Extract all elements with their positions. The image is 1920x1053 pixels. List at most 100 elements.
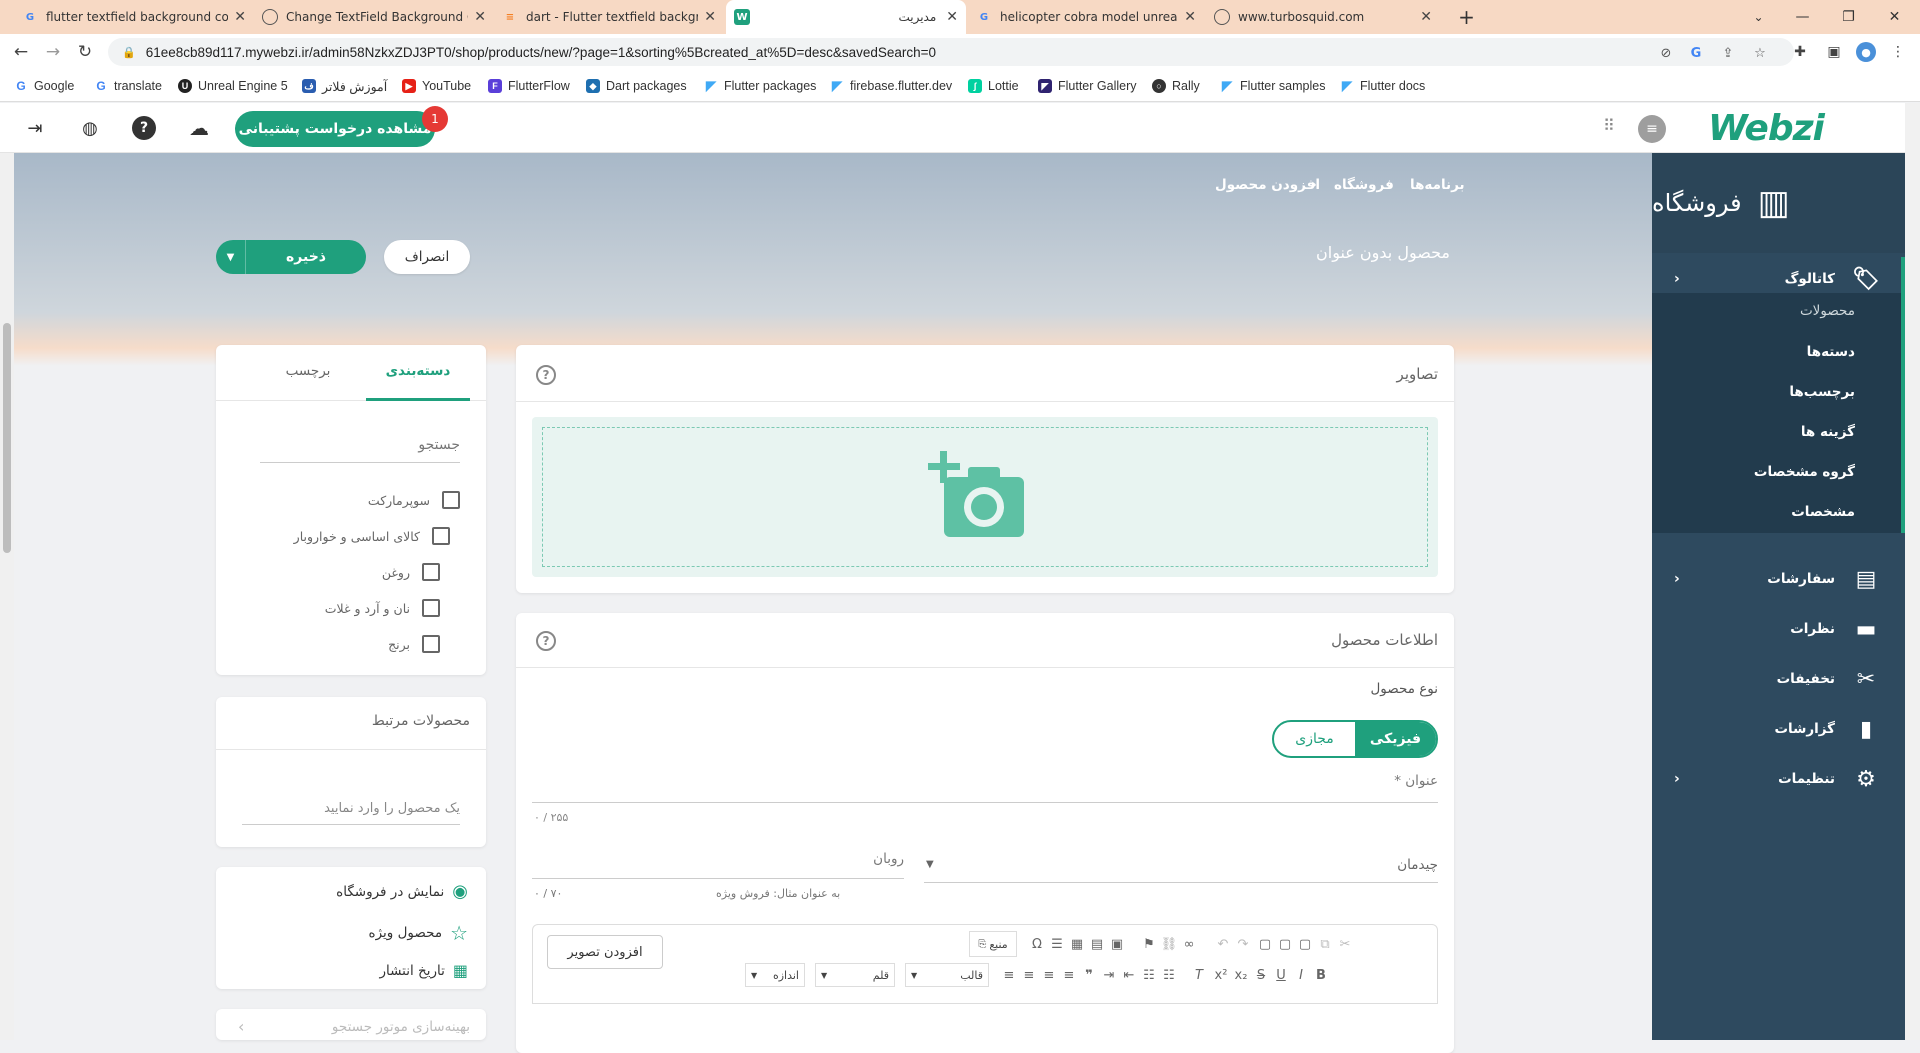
back-arrow-icon[interactable]: ← [8,39,34,65]
format-select[interactable]: قالب ▼ [905,963,989,987]
sidebar-subitem-products[interactable]: محصولات [1800,303,1855,319]
media-icon[interactable]: ▤ [1087,934,1107,954]
bookmark-flutter-gallery[interactable]: ◤ Flutter Gallery [1038,76,1137,96]
bookmark-youtube[interactable]: ▶ YouTube [402,76,471,96]
type-virtual-option[interactable]: مجازی [1274,722,1355,756]
horizontal-line-icon[interactable]: ☰ [1047,934,1067,954]
bookmark-rally[interactable]: ○ Rally [1152,76,1200,96]
close-icon[interactable]: ✕ [234,9,246,25]
source-button[interactable]: منبع ⎘ [969,931,1017,957]
scrollbar-thumb[interactable] [3,323,11,553]
checkbox[interactable] [422,563,440,581]
flag-icon[interactable]: ⚑ [1139,934,1159,954]
save-button[interactable]: ذخیره [246,249,366,265]
superscript-icon[interactable]: x² [1211,965,1231,985]
checkbox[interactable] [442,491,460,509]
unlink-icon[interactable]: ⛓ [1159,934,1179,954]
side-panel-icon[interactable]: ▣ [1824,42,1844,62]
tab-search-icon[interactable]: ⌄ [1736,0,1781,34]
bookmark-lottie[interactable]: ∫ Lottie [968,76,1019,96]
minimize-button[interactable]: — [1780,0,1825,34]
browser-tab[interactable]: G helicopter cobra model unreal er ✕ [968,0,1204,34]
paste-word-icon[interactable]: ▢ [1255,934,1275,954]
tab-tags[interactable]: برچسب [256,363,360,379]
omega-icon[interactable]: Ω [1027,934,1047,954]
align-center-icon[interactable]: ≡ [1019,965,1039,985]
cut-icon[interactable]: ✂ [1335,934,1355,954]
browser-tab[interactable]: G flutter textfield background colo ✕ [14,0,254,34]
browser-tab[interactable]: ≡ dart - Flutter textfield backgroun ✕ [494,0,724,34]
help-icon[interactable]: ? [132,116,156,140]
sidebar-item-comments[interactable]: نظرات ▬ [1652,607,1905,651]
window-close-button[interactable]: ✕ [1872,0,1917,34]
breadcrumb-item[interactable]: فروشگاه [1334,177,1394,193]
category-search-input[interactable]: جستجو [260,431,460,463]
italic-icon[interactable]: I [1291,965,1311,985]
outer-scrollbar[interactable] [1905,103,1920,1040]
close-icon[interactable]: ✕ [1184,9,1196,25]
sidebar-item-settings[interactable]: تنظیمات ⚙ ‹ [1652,757,1905,801]
link-icon[interactable]: ∞ [1179,934,1199,954]
strikethrough-icon[interactable]: S [1251,965,1271,985]
bookmark-firebase[interactable]: ◤ firebase.flutter.dev [830,76,952,96]
bookmark-google[interactable]: G Google [14,76,74,96]
extensions-icon[interactable]: ✚ [1790,42,1810,62]
bookmark-flutter-samples[interactable]: ◤ Flutter samples [1220,76,1325,96]
layout-select[interactable]: چیدمان ▼ [924,847,1438,883]
align-left-icon[interactable]: ≡ [1039,965,1059,985]
seo-card[interactable]: بهینه‌سازی موتور جستجو ‹ [216,1009,486,1040]
bookmark-translate[interactable]: Gtranslate [94,76,162,96]
menu-icon[interactable]: ≡ [1638,115,1666,143]
checkbox[interactable] [432,527,450,545]
publish-date-row[interactable]: ▦ تاریخ انتشار [379,961,468,980]
redo-icon[interactable]: ↷ [1233,934,1253,954]
support-request-button[interactable]: مشاهده درخواست پشتیبانی [235,111,435,147]
quote-icon[interactable]: ❞ [1079,965,1099,985]
ribbon-field[interactable]: روبان [532,843,904,879]
profile-avatar[interactable]: ● [1856,42,1876,62]
more-menu-icon[interactable]: ⋮ [1888,42,1908,62]
sidebar-item-reports[interactable]: گزارشات ▮ [1652,707,1905,751]
category-option[interactable]: روغن [382,563,440,581]
restore-button[interactable]: ❐ [1826,0,1871,34]
help-icon[interactable]: ? [536,631,556,651]
image-upload-dropzone[interactable] [532,417,1438,577]
featured-row[interactable]: ☆ محصول ویژه [369,921,468,945]
bookmark-star-icon[interactable]: ☆ [1750,43,1770,63]
numbered-list-icon[interactable]: ☷ [1159,965,1179,985]
blocked-icon[interactable]: ⊘ [1656,43,1676,63]
title-field[interactable]: عنوان * [532,765,1438,803]
sidebar-subitem-specs[interactable]: مشخصات [1791,504,1855,520]
breadcrumb-item[interactable]: برنامه‌ها [1410,177,1465,193]
add-image-button[interactable]: افزودن تصویر [547,935,663,969]
sidebar-subitem-categories[interactable]: دسته‌ها [1807,344,1855,360]
copy-icon[interactable]: ⧉ [1315,934,1335,954]
size-select[interactable]: اندازه ▼ [745,963,805,987]
category-option[interactable]: نان و آرد و غلات [325,599,440,617]
share-icon[interactable]: ⇪ [1718,43,1738,63]
close-icon[interactable]: ✕ [704,9,716,25]
bullet-list-icon[interactable]: ☷ [1139,965,1159,985]
justify-icon[interactable]: ≡ [1059,965,1079,985]
google-lens-icon[interactable]: G [1686,43,1706,63]
cancel-button[interactable]: انصراف [384,240,470,274]
bookmark-flutter-packages[interactable]: ◤ Flutter packages [704,76,816,96]
help-icon[interactable]: ? [536,365,556,385]
close-icon[interactable]: ✕ [946,9,958,25]
related-product-input[interactable]: یک محصول را وارد نمایید [242,795,460,825]
font-select[interactable]: قلم ▼ [815,963,895,987]
checkbox[interactable] [422,635,440,653]
bookmark-flutter-docs[interactable]: ◤ Flutter docs [1340,76,1425,96]
category-option[interactable]: سوپرمارکت [368,491,460,509]
logout-icon[interactable]: ⇥ [22,115,48,141]
show-in-store-row[interactable]: ◉ نمایش در فروشگاه [336,881,468,902]
bold-icon[interactable]: B [1311,965,1331,985]
page-scrollbar[interactable] [0,153,14,1040]
browser-tab[interactable]: www.turbosquid.com ✕ [1206,0,1440,34]
bookmark-dart-packages[interactable]: ◆ Dart packages [586,76,687,96]
bookmark-flutter-course[interactable]: ف آموزش فلاتر [302,76,387,96]
subscript-icon[interactable]: x₂ [1231,965,1251,985]
apps-grid-icon[interactable]: ⠿ [1603,116,1625,138]
browser-tab-active[interactable]: W مدیریت ✕ [726,0,966,34]
align-right-icon[interactable]: ≡ [999,965,1019,985]
